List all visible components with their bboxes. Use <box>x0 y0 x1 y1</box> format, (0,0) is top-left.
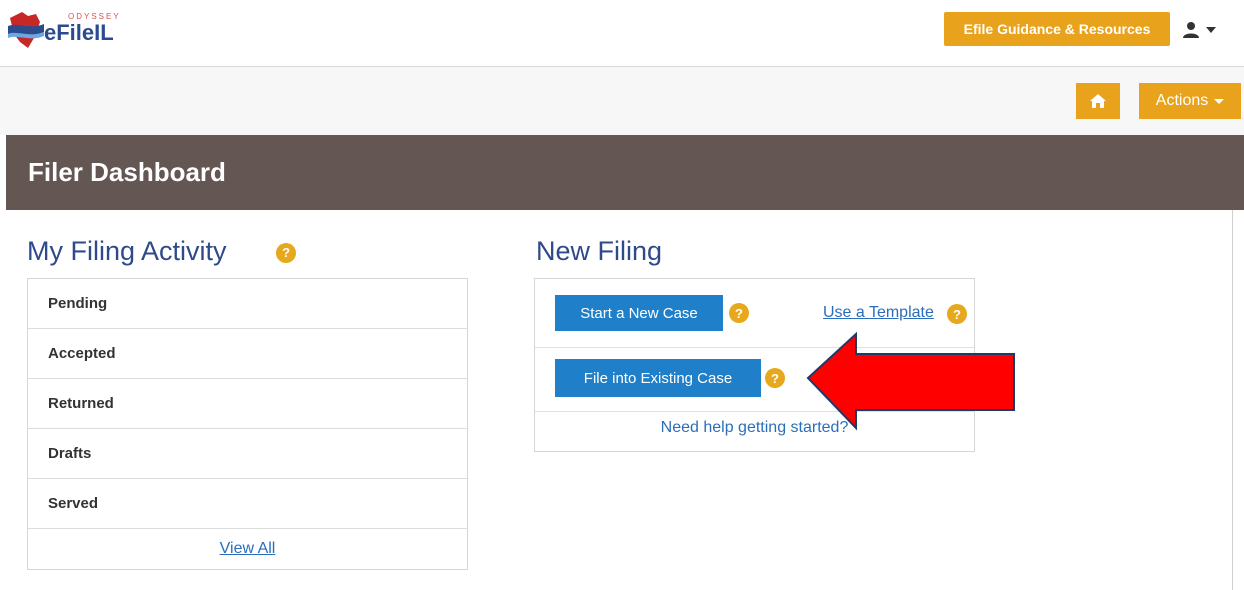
caret-down-icon <box>1214 98 1225 104</box>
use-template-link[interactable]: Use a Template <box>823 304 934 322</box>
content-border <box>1232 210 1233 590</box>
new-filing-title: New Filing <box>536 236 663 266</box>
filing-activity-title: My Filing Activity <box>27 236 227 266</box>
actions-dropdown-button[interactable]: Actions <box>1139 83 1241 119</box>
user-icon <box>1183 22 1199 38</box>
chevron-down-icon <box>1206 27 1216 33</box>
efile-guidance-button[interactable]: Efile Guidance & Resources <box>944 12 1170 46</box>
file-existing-case-button[interactable]: File into Existing Case <box>555 359 761 397</box>
help-icon[interactable]: ? <box>765 368 785 388</box>
help-icon[interactable]: ? <box>947 304 967 324</box>
activity-item-returned[interactable]: Returned <box>28 379 467 429</box>
activity-item-drafts[interactable]: Drafts <box>28 429 467 479</box>
red-arrow-annotation <box>806 332 1015 431</box>
help-icon[interactable]: ? <box>276 242 297 263</box>
actions-label: Actions <box>1155 92 1209 109</box>
top-navbar: ODYSSEY eFileIL Efile Guidance & Resourc… <box>0 0 1244 67</box>
dashboard-toolbar: Actions <box>0 67 1244 135</box>
filing-activity-list: Pending Accepted Returned Drafts Served … <box>27 278 468 570</box>
home-icon <box>1090 94 1106 108</box>
view-all-row: View All <box>28 529 467 569</box>
filing-activity-heading: My Filing Activity ? <box>27 236 297 267</box>
home-button[interactable] <box>1076 83 1120 119</box>
illinois-map-icon <box>8 12 44 48</box>
page-title: Filer Dashboard <box>6 135 1244 210</box>
activity-item-served[interactable]: Served <box>28 479 467 529</box>
logo-title: eFileIL <box>44 20 114 45</box>
start-new-case-button[interactable]: Start a New Case <box>555 295 723 331</box>
user-menu-dropdown[interactable] <box>1182 18 1228 42</box>
activity-item-pending[interactable]: Pending <box>28 279 467 329</box>
efileil-logo[interactable]: ODYSSEY eFileIL <box>6 4 156 56</box>
view-all-link[interactable]: View All <box>220 540 276 558</box>
activity-item-accepted[interactable]: Accepted <box>28 329 467 379</box>
help-icon[interactable]: ? <box>729 303 749 323</box>
